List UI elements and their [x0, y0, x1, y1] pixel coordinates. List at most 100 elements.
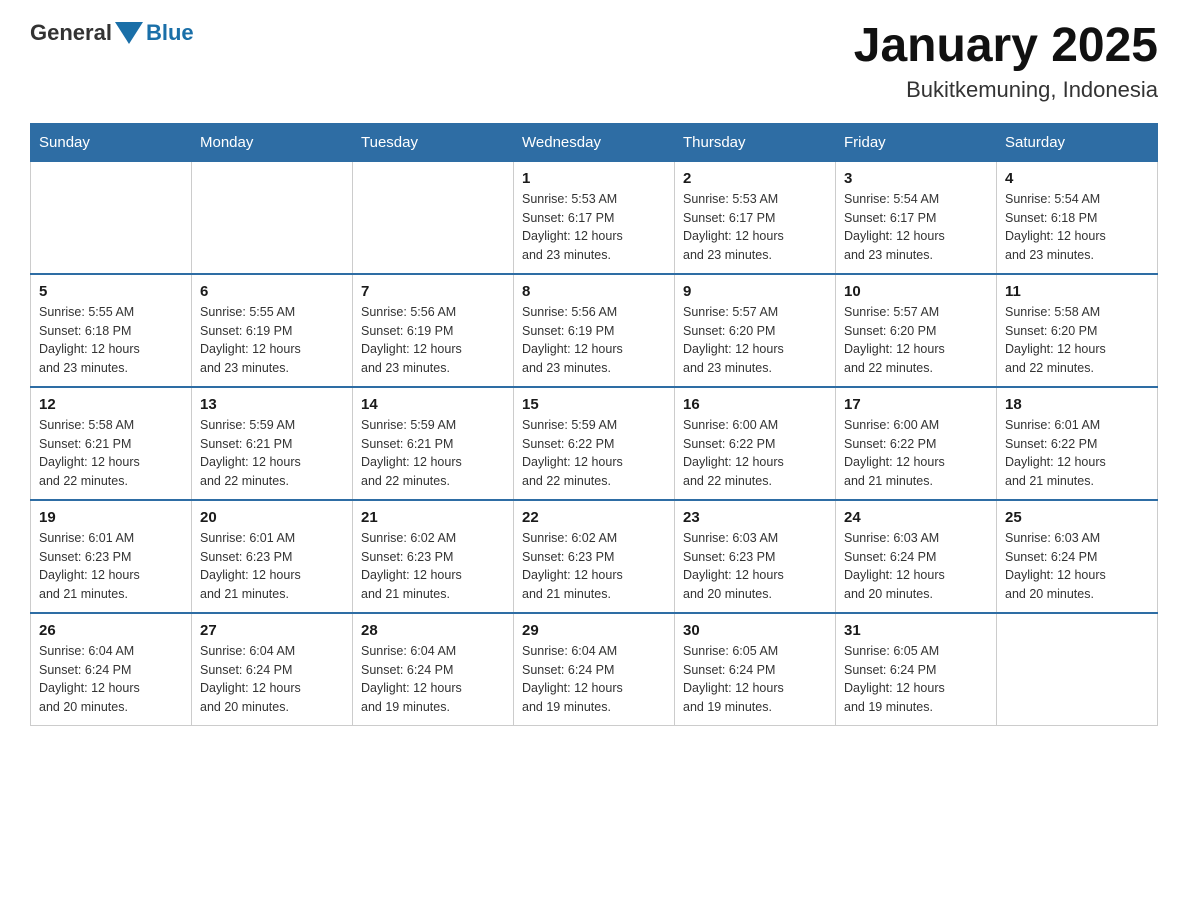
- day-info: Sunrise: 5:55 AM Sunset: 6:19 PM Dayligh…: [200, 303, 344, 378]
- day-info: Sunrise: 5:57 AM Sunset: 6:20 PM Dayligh…: [844, 303, 988, 378]
- calendar-day-cell: 11 Sunrise: 5:58 AM Sunset: 6:20 PM Dayli…: [997, 274, 1158, 387]
- day-info: Sunrise: 6:04 AM Sunset: 6:24 PM Dayligh…: [361, 642, 505, 717]
- day-info: Sunrise: 6:05 AM Sunset: 6:24 PM Dayligh…: [683, 642, 827, 717]
- calendar-day-cell: 27 Sunrise: 6:04 AM Sunset: 6:24 PM Dayli…: [192, 613, 353, 726]
- calendar-day-cell: 28 Sunrise: 6:04 AM Sunset: 6:24 PM Dayli…: [353, 613, 514, 726]
- calendar-week-row: 5 Sunrise: 5:55 AM Sunset: 6:18 PM Daylig…: [31, 274, 1158, 387]
- header-friday: Friday: [836, 123, 997, 161]
- calendar-day-cell: 22 Sunrise: 6:02 AM Sunset: 6:23 PM Dayli…: [514, 500, 675, 613]
- calendar-day-cell: [353, 161, 514, 274]
- calendar-day-cell: 21Sunrise: 6:02 AM Sunset: 6:23 PM Dayli…: [353, 500, 514, 613]
- calendar-day-cell: 31 Sunrise: 6:05 AM Sunset: 6:24 PM Dayli…: [836, 613, 997, 726]
- day-number: 2: [683, 170, 827, 187]
- day-number: 16: [683, 396, 827, 413]
- calendar-table: Sunday Monday Tuesday Wednesday Thursday…: [30, 123, 1158, 726]
- day-number: 6: [200, 283, 344, 300]
- day-info: Sunrise: 5:59 AM Sunset: 6:21 PM Dayligh…: [200, 416, 344, 491]
- day-number: 20: [200, 509, 344, 526]
- calendar-day-cell: 13 Sunrise: 5:59 AM Sunset: 6:21 PM Dayli…: [192, 387, 353, 500]
- calendar-day-cell: 6 Sunrise: 5:55 AM Sunset: 6:19 PM Daylig…: [192, 274, 353, 387]
- calendar-day-cell: 12Sunrise: 5:58 AM Sunset: 6:21 PM Dayli…: [31, 387, 192, 500]
- day-info: Sunrise: 5:56 AM Sunset: 6:19 PM Dayligh…: [361, 303, 505, 378]
- calendar-day-cell: 15 Sunrise: 5:59 AM Sunset: 6:22 PM Dayli…: [514, 387, 675, 500]
- day-info: Sunrise: 5:59 AM Sunset: 6:21 PM Dayligh…: [361, 416, 505, 491]
- day-info: Sunrise: 6:02 AM Sunset: 6:23 PM Dayligh…: [522, 529, 666, 604]
- calendar-day-cell: 30 Sunrise: 6:05 AM Sunset: 6:24 PM Dayli…: [675, 613, 836, 726]
- day-info: Sunrise: 6:03 AM Sunset: 6:23 PM Dayligh…: [683, 529, 827, 604]
- day-number: 21: [361, 509, 505, 526]
- day-info: Sunrise: 6:04 AM Sunset: 6:24 PM Dayligh…: [39, 642, 183, 717]
- calendar-day-cell: 19 Sunrise: 6:01 AM Sunset: 6:23 PM Dayli…: [31, 500, 192, 613]
- day-info: Sunrise: 5:55 AM Sunset: 6:18 PM Dayligh…: [39, 303, 183, 378]
- day-number: 1: [522, 170, 666, 187]
- day-number: 26: [39, 622, 183, 639]
- header-sunday: Sunday: [31, 123, 192, 161]
- day-info: Sunrise: 6:05 AM Sunset: 6:24 PM Dayligh…: [844, 642, 988, 717]
- logo: General Blue: [30, 20, 194, 46]
- header-saturday: Saturday: [997, 123, 1158, 161]
- day-number: 5: [39, 283, 183, 300]
- calendar-day-cell: [31, 161, 192, 274]
- calendar-subtitle: Bukitkemuning, Indonesia: [854, 77, 1158, 103]
- calendar-day-cell: 25Sunrise: 6:03 AM Sunset: 6:24 PM Dayli…: [997, 500, 1158, 613]
- day-number: 11: [1005, 283, 1149, 300]
- day-number: 23: [683, 509, 827, 526]
- calendar-day-cell: 10Sunrise: 5:57 AM Sunset: 6:20 PM Dayli…: [836, 274, 997, 387]
- calendar-week-row: 12Sunrise: 5:58 AM Sunset: 6:21 PM Dayli…: [31, 387, 1158, 500]
- header-tuesday: Tuesday: [353, 123, 514, 161]
- day-number: 19: [39, 509, 183, 526]
- calendar-day-cell: 9Sunrise: 5:57 AM Sunset: 6:20 PM Daylig…: [675, 274, 836, 387]
- calendar-day-cell: 3Sunrise: 5:54 AM Sunset: 6:17 PM Daylig…: [836, 161, 997, 274]
- logo-triangle-icon: [115, 22, 143, 44]
- calendar-day-cell: 17Sunrise: 6:00 AM Sunset: 6:22 PM Dayli…: [836, 387, 997, 500]
- calendar-day-cell: 16 Sunrise: 6:00 AM Sunset: 6:22 PM Dayli…: [675, 387, 836, 500]
- day-info: Sunrise: 6:03 AM Sunset: 6:24 PM Dayligh…: [844, 529, 988, 604]
- day-number: 13: [200, 396, 344, 413]
- day-number: 14: [361, 396, 505, 413]
- day-info: Sunrise: 5:57 AM Sunset: 6:20 PM Dayligh…: [683, 303, 827, 378]
- calendar-day-cell: 5 Sunrise: 5:55 AM Sunset: 6:18 PM Daylig…: [31, 274, 192, 387]
- header-thursday: Thursday: [675, 123, 836, 161]
- day-info: Sunrise: 6:01 AM Sunset: 6:23 PM Dayligh…: [39, 529, 183, 604]
- day-info: Sunrise: 5:54 AM Sunset: 6:18 PM Dayligh…: [1005, 190, 1149, 265]
- calendar-week-row: 1 Sunrise: 5:53 AM Sunset: 6:17 PM Daylig…: [31, 161, 1158, 274]
- calendar-week-row: 26 Sunrise: 6:04 AM Sunset: 6:24 PM Dayli…: [31, 613, 1158, 726]
- day-number: 28: [361, 622, 505, 639]
- day-info: Sunrise: 6:00 AM Sunset: 6:22 PM Dayligh…: [683, 416, 827, 491]
- calendar-day-cell: 7Sunrise: 5:56 AM Sunset: 6:19 PM Daylig…: [353, 274, 514, 387]
- day-number: 31: [844, 622, 988, 639]
- header-monday: Monday: [192, 123, 353, 161]
- day-number: 30: [683, 622, 827, 639]
- calendar-day-cell: 14 Sunrise: 5:59 AM Sunset: 6:21 PM Dayli…: [353, 387, 514, 500]
- day-number: 24: [844, 509, 988, 526]
- calendar-day-cell: 23 Sunrise: 6:03 AM Sunset: 6:23 PM Dayli…: [675, 500, 836, 613]
- day-info: Sunrise: 6:04 AM Sunset: 6:24 PM Dayligh…: [200, 642, 344, 717]
- day-number: 18: [1005, 396, 1149, 413]
- calendar-day-cell: 24 Sunrise: 6:03 AM Sunset: 6:24 PM Dayli…: [836, 500, 997, 613]
- calendar-day-cell: 4Sunrise: 5:54 AM Sunset: 6:18 PM Daylig…: [997, 161, 1158, 274]
- calendar-day-cell: 29Sunrise: 6:04 AM Sunset: 6:24 PM Dayli…: [514, 613, 675, 726]
- day-info: Sunrise: 5:56 AM Sunset: 6:19 PM Dayligh…: [522, 303, 666, 378]
- calendar-header-row: Sunday Monday Tuesday Wednesday Thursday…: [31, 123, 1158, 161]
- calendar-day-cell: 2 Sunrise: 5:53 AM Sunset: 6:17 PM Daylig…: [675, 161, 836, 274]
- day-number: 25: [1005, 509, 1149, 526]
- day-info: Sunrise: 5:59 AM Sunset: 6:22 PM Dayligh…: [522, 416, 666, 491]
- day-number: 27: [200, 622, 344, 639]
- day-info: Sunrise: 5:58 AM Sunset: 6:20 PM Dayligh…: [1005, 303, 1149, 378]
- calendar-day-cell: 20 Sunrise: 6:01 AM Sunset: 6:23 PM Dayli…: [192, 500, 353, 613]
- calendar-day-cell: [997, 613, 1158, 726]
- day-info: Sunrise: 5:53 AM Sunset: 6:17 PM Dayligh…: [683, 190, 827, 265]
- day-number: 22: [522, 509, 666, 526]
- calendar-week-row: 19 Sunrise: 6:01 AM Sunset: 6:23 PM Dayli…: [31, 500, 1158, 613]
- calendar-day-cell: 8Sunrise: 5:56 AM Sunset: 6:19 PM Daylig…: [514, 274, 675, 387]
- day-info: Sunrise: 6:01 AM Sunset: 6:23 PM Dayligh…: [200, 529, 344, 604]
- calendar-day-cell: 18Sunrise: 6:01 AM Sunset: 6:22 PM Dayli…: [997, 387, 1158, 500]
- day-number: 15: [522, 396, 666, 413]
- title-block: January 2025 Bukitkemuning, Indonesia: [854, 20, 1158, 103]
- day-info: Sunrise: 5:53 AM Sunset: 6:17 PM Dayligh…: [522, 190, 666, 265]
- logo-general-text: General: [30, 20, 112, 46]
- day-number: 29: [522, 622, 666, 639]
- day-number: 12: [39, 396, 183, 413]
- day-info: Sunrise: 6:00 AM Sunset: 6:22 PM Dayligh…: [844, 416, 988, 491]
- header-wednesday: Wednesday: [514, 123, 675, 161]
